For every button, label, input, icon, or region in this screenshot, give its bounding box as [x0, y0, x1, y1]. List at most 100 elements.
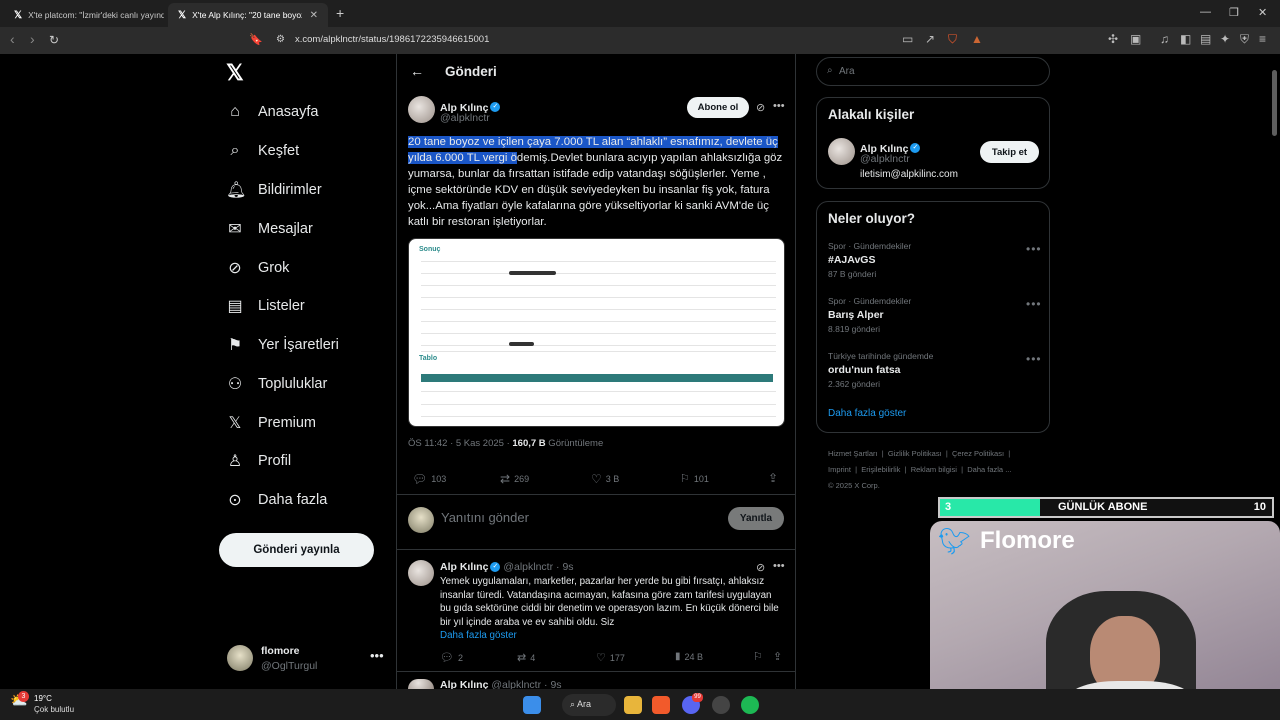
share-action[interactable]: ⇪	[773, 650, 782, 663]
trend-more-icon[interactable]: •••	[1026, 242, 1042, 256]
grok-icon: ⊘	[228, 260, 242, 277]
show-more-link[interactable]: Daha fazla göster	[440, 630, 517, 641]
grok-explain-icon[interactable]: ⊘	[756, 101, 765, 114]
scrollbar-thumb[interactable]	[1272, 70, 1277, 136]
sidebar-item-profile[interactable]: ♙ Profil	[226, 446, 291, 476]
account-more-icon[interactable]: •••	[370, 648, 384, 663]
vpn-icon[interactable]: ⛨	[1240, 32, 1249, 47]
leo-ai-icon[interactable]: ✦	[1220, 32, 1230, 46]
reply-author-avatar[interactable]	[408, 679, 434, 689]
home-icon: ⌂	[230, 103, 240, 120]
sidebar-item-explore[interactable]: ⌕ Keşfet	[226, 136, 300, 166]
forward-icon[interactable]: ›	[30, 31, 35, 47]
avatar	[227, 645, 253, 671]
subscribe-button[interactable]: Abone ol	[687, 97, 749, 118]
spotify-icon[interactable]	[741, 696, 759, 714]
footer-link[interactable]: Erişilebilirlik	[861, 465, 900, 474]
share-icon[interactable]: ↗	[925, 32, 935, 46]
brave-rewards-icon[interactable]: ▲	[971, 32, 983, 46]
trend-more-icon[interactable]: •••	[1026, 352, 1042, 366]
footer-link[interactable]: Çerez Politikası	[952, 449, 1004, 458]
bookmark-action[interactable]: ⚐	[753, 650, 763, 663]
repost-action[interactable]: ⇄ 4	[517, 651, 535, 664]
author-avatar[interactable]	[408, 96, 435, 123]
reply-action[interactable]: 💬︎ 103	[412, 472, 446, 486]
close-tab-icon[interactable]: ✕	[310, 10, 318, 21]
bookmark-page-icon[interactable]: 🔖	[249, 33, 263, 46]
menu-icon[interactable]: ≡	[1259, 32, 1266, 46]
reply-action[interactable]: 💬︎ 2	[440, 651, 463, 664]
sidebar-item-home[interactable]: ⌂ Anasayfa	[226, 97, 318, 127]
divider	[421, 297, 776, 298]
trend-item[interactable]: Türkiye tarihinde gündemde ordu'nun fats…	[828, 351, 933, 389]
reply-button[interactable]: Yanıtla	[728, 507, 784, 530]
taskbar-search[interactable]: ⌕ Ara	[562, 694, 616, 716]
sidebar-item-premium[interactable]: 𝕏 Premium	[226, 408, 316, 438]
post-more-icon[interactable]: •••	[773, 100, 785, 112]
related-person-handle: @alpklnctr	[860, 153, 910, 165]
show-more-link[interactable]: Daha fazla göster	[828, 408, 906, 419]
grok-explain-icon[interactable]: ⊘	[756, 561, 765, 574]
back-arrow-icon[interactable]: ←	[410, 63, 424, 79]
follow-button[interactable]: Takip et	[980, 141, 1039, 163]
reply-author-avatar[interactable]	[408, 560, 434, 586]
related-avatar[interactable]	[828, 138, 855, 165]
trend-more-icon[interactable]: •••	[1026, 297, 1042, 311]
sidebar-item-messages[interactable]: ✉ Mesajlar	[226, 214, 313, 244]
brave-shield-icon[interactable]: ⛉	[948, 32, 957, 47]
reload-icon[interactable]: ↻	[49, 33, 59, 47]
search-input[interactable]: ⌕ Ara	[816, 57, 1050, 86]
sidebar-item-bookmarks[interactable]: ⚑ Yer İşaretleri	[226, 330, 339, 360]
reply-author[interactable]: Alp Kılınç ✓ @alpklnctr · 9s	[440, 561, 574, 573]
x-logo-icon: 𝕏	[14, 9, 23, 21]
sidebar-item-notifications[interactable]: 🔔︎ Bildirimler	[226, 175, 322, 205]
close-window-icon[interactable]: ✕	[1258, 6, 1267, 19]
mail-icon: ✉	[228, 221, 242, 238]
footer-link[interactable]: Imprint	[828, 465, 851, 474]
bookmark-action[interactable]: ⚐ 101	[680, 472, 709, 485]
sidebar-item-more[interactable]: ⊙ Daha fazla	[226, 485, 327, 515]
windows-start-icon[interactable]	[523, 696, 541, 714]
reply-author[interactable]: Alp Kılınç @alpklnctr · 9s	[440, 679, 562, 689]
post-button[interactable]: Gönderi yayınla	[219, 533, 374, 567]
media-icon[interactable]: ♫	[1160, 32, 1169, 46]
more-icon: ⊙	[228, 492, 242, 509]
post-image[interactable]: Sonuç Tablo	[408, 238, 785, 427]
footer-link[interactable]: Hizmet Şartları	[828, 449, 878, 458]
footer-link[interactable]: Reklam bilgisi	[911, 465, 957, 474]
footer-link[interactable]: Gizlilik Politikası	[888, 449, 942, 458]
screenshot-icon[interactable]: ▣	[1130, 32, 1141, 46]
like-action[interactable]: ♡ 177	[596, 651, 625, 664]
minimize-icon[interactable]: —	[1200, 6, 1211, 18]
trend-item[interactable]: Spor · Gündemdekiler Barış Alper 8.819 g…	[828, 296, 911, 334]
cast-icon[interactable]: ▭	[902, 32, 913, 46]
site-info-icon[interactable]: ⚙	[276, 34, 285, 45]
new-tab-button[interactable]: +	[336, 5, 344, 21]
share-action[interactable]: ⇪	[768, 471, 778, 485]
like-action[interactable]: ♡ 3 B	[591, 472, 619, 486]
views-action[interactable]: ▮ 24 B	[675, 651, 703, 662]
url-field[interactable]: x.com/alpklnctr/status/19861722359466150…	[295, 34, 489, 45]
back-icon[interactable]: ‹	[10, 31, 15, 47]
sidebar-item-grok[interactable]: ⊘ Grok	[226, 253, 289, 283]
browser-tab-active[interactable]: 𝕏 X'te Alp Kılınç: "20 tane boyoz ve... …	[168, 3, 328, 27]
file-explorer-icon[interactable]	[624, 696, 642, 714]
footer-link[interactable]: Daha fazla ...	[967, 465, 1011, 474]
repost-action[interactable]: ⇄ 269	[500, 472, 529, 486]
sidebar-item-communities[interactable]: ⚇ Topluluklar	[226, 369, 328, 399]
browser-tab[interactable]: 𝕏 X'te platcom: "İzmir'deki canlı yayınd…	[4, 3, 164, 27]
heart-icon: ♡	[591, 472, 602, 486]
wallet-icon[interactable]: ▤	[1200, 32, 1211, 46]
obs-icon[interactable]	[712, 696, 730, 714]
sidebar-toggle-icon[interactable]: ◧	[1180, 32, 1191, 46]
reply-more-icon[interactable]: •••	[773, 560, 785, 572]
x-home-logo[interactable]: 𝕏	[226, 60, 244, 86]
sidebar-item-lists[interactable]: ▤ Listeler	[226, 291, 304, 321]
maximize-icon[interactable]: ❐	[1229, 6, 1239, 19]
reply-input[interactable]: Yanıtını gönder	[441, 510, 529, 525]
brave-browser-icon[interactable]	[652, 696, 670, 714]
community-icon: ⚇	[227, 376, 243, 393]
verified-icon: ✓	[490, 562, 501, 573]
trend-item[interactable]: Spor · Gündemdekiler #AJAvGS 87 B gönder…	[828, 241, 911, 279]
extensions-icon[interactable]: ✣	[1108, 32, 1118, 46]
